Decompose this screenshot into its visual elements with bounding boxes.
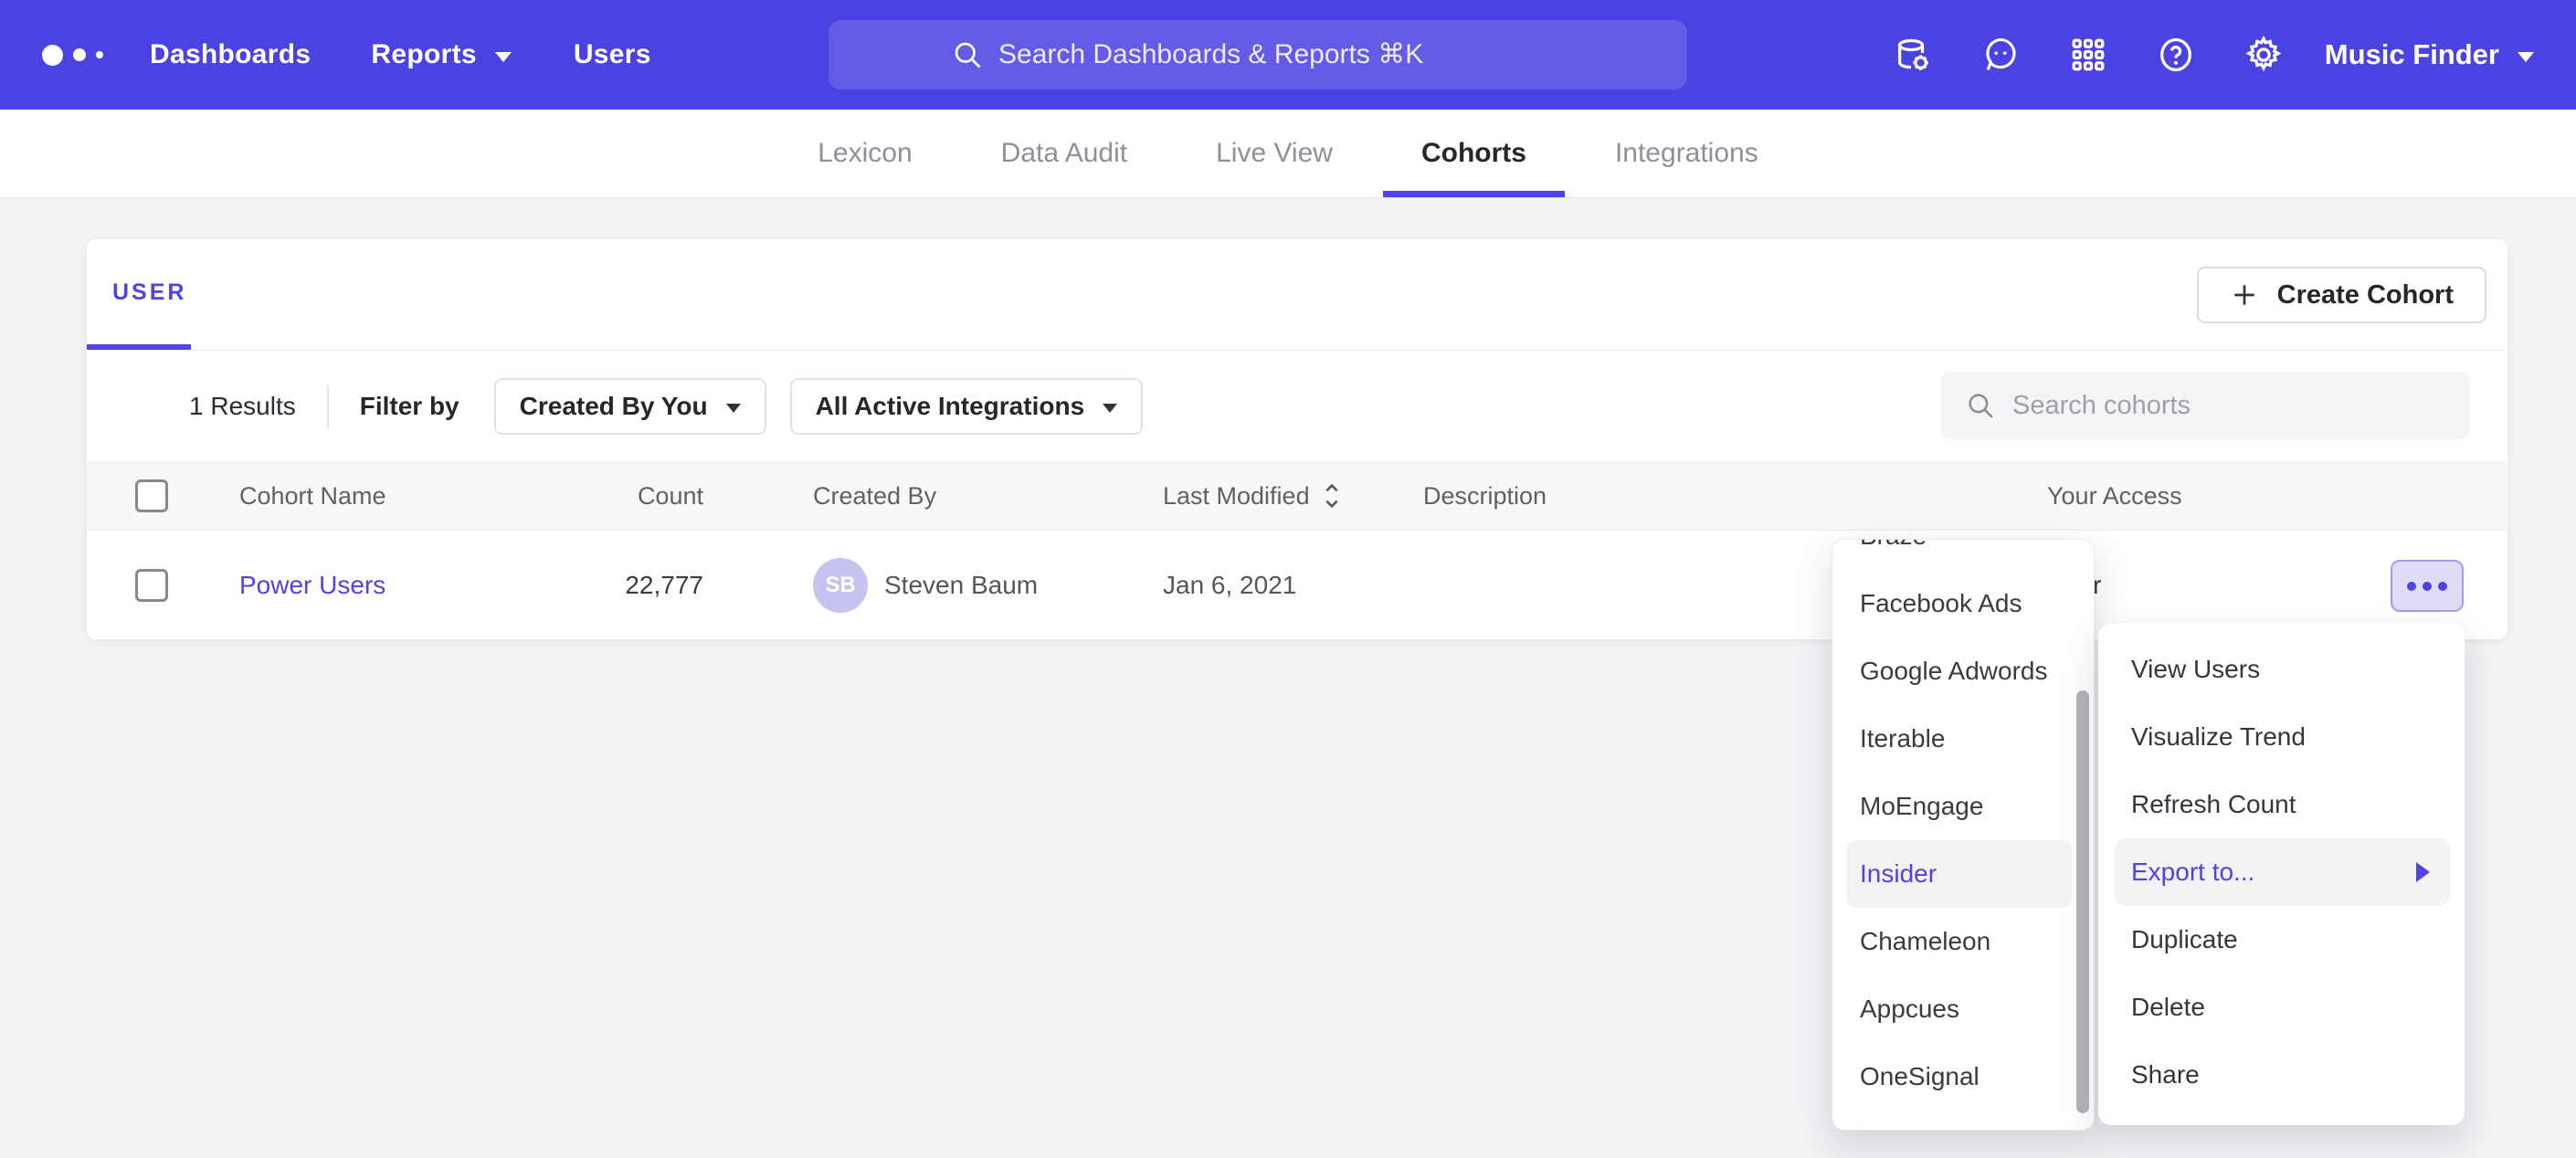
mixpanel-dots-logo[interactable] [42,45,143,66]
global-search-input[interactable] [998,39,1565,70]
chevron-down-icon [726,404,741,413]
menu-item-delete[interactable]: Delete [2098,974,2465,1041]
help-icon[interactable] [2153,32,2199,78]
nav-item-dashboards-label: Dashboards [150,39,311,70]
menu-item-visualize-trend[interactable]: Visualize Trend [2098,703,2465,771]
created-by-name: Steven Baum [884,571,1038,600]
submenu-item-onesignal[interactable]: OneSignal [1832,1043,2094,1111]
menu-item-view-users[interactable]: View Users [2098,636,2465,703]
table-header: Cohort Name Count Created By Last Modifi… [87,461,2507,531]
created-by-filter-label: Created By You [520,392,708,421]
created-by-filter-dropdown[interactable]: Created By You [494,378,766,435]
more-dots-icon [2423,582,2432,591]
project-switcher[interactable]: Music Finder [2325,38,2534,71]
tab-data-audit-label: Data Audit [1001,138,1127,169]
more-dots-icon [2438,582,2447,591]
cohorts-card: USER Create Cohort 1 Results Filter by C… [87,239,2507,639]
section-tabs: Lexicon Data Audit Live View Cohorts Int… [0,110,2576,198]
divider [327,385,329,427]
nav-item-dashboards[interactable]: Dashboards [150,39,311,70]
column-cohort-name[interactable]: Cohort Name [239,461,386,531]
last-modified-cell: Jan 6, 2021 [1163,532,1296,639]
integrations-filter-label: All Active Integrations [816,392,1085,421]
avatar: SB [813,558,868,613]
nav-right-cluster: Music Finder [1848,0,2534,110]
nav-item-users-label: Users [574,39,651,70]
logo-dot-small [96,51,103,58]
top-nav: Dashboards Reports Users [0,0,2576,110]
submenu-item-iterable[interactable]: Iterable [1832,705,2094,773]
chevron-down-icon [495,52,512,62]
nav-item-reports[interactable]: Reports [371,39,511,70]
sort-icon[interactable] [1321,480,1343,511]
tab-lexicon[interactable]: Lexicon [812,110,917,197]
tab-user-cohorts[interactable]: USER [112,279,186,306]
search-icon [1965,390,1996,421]
tab-integrations[interactable]: Integrations [1610,110,1764,197]
submenu-arrow-icon [2416,862,2430,882]
select-all-checkbox[interactable] [135,479,168,512]
submenu-item-braze[interactable]: Braze [1832,539,2094,570]
nav-item-users[interactable]: Users [574,39,651,70]
settings-icon[interactable] [2241,32,2286,78]
export-submenu: Braze Facebook Ads Google Adwords Iterab… [1832,539,2095,1131]
integrations-filter-dropdown[interactable]: All Active Integrations [790,378,1144,435]
submenu-item-moengage[interactable]: MoEngage [1832,773,2094,840]
search-icon [951,38,984,71]
global-search[interactable] [829,20,1687,89]
menu-item-refresh-count[interactable]: Refresh Count [2098,771,2465,838]
submenu-item-facebook-ads[interactable]: Facebook Ads [1832,570,2094,637]
logo-dot-medium [73,48,86,61]
column-created-by[interactable]: Created By [813,461,936,531]
nav-item-reports-label: Reports [371,39,476,70]
row-more-actions-button[interactable] [2391,560,2464,612]
cohort-search[interactable] [1941,372,2469,439]
submenu-item-google-adwords[interactable]: Google Adwords [1832,637,2094,705]
tab-cohorts[interactable]: Cohorts [1416,110,1532,197]
created-by-cell: SB Steven Baum [813,532,1038,639]
submenu-item-insider[interactable]: Insider [1847,840,2072,908]
row-context-menu: View Users Visualize Trend Refresh Count… [2098,624,2465,1125]
tab-live-view-label: Live View [1216,138,1333,169]
filter-by-label: Filter by [360,392,459,421]
logo-dot-large [42,45,63,66]
submenu-item-appcues[interactable]: Appcues [1832,975,2094,1043]
project-name: Music Finder [2325,38,2499,71]
tab-integrations-label: Integrations [1615,138,1758,169]
menu-item-export-to-label: Export to... [2131,858,2254,887]
more-dots-icon [2407,582,2416,591]
tab-lexicon-label: Lexicon [818,138,912,169]
menu-item-duplicate[interactable]: Duplicate [2098,906,2465,974]
results-count: 1 Results [189,392,296,421]
menu-item-export-to[interactable]: Export to... [2115,838,2450,906]
create-cohort-button[interactable]: Create Cohort [2197,267,2486,323]
cohort-count: 22,777 [498,532,703,639]
column-last-modified-label: Last Modified [1163,482,1310,511]
column-last-modified[interactable]: Last Modified [1163,461,1343,531]
column-count[interactable]: Count [498,461,703,531]
tab-data-audit[interactable]: Data Audit [996,110,1133,197]
export-submenu-list: Braze Facebook Ads Google Adwords Iterab… [1832,539,2094,1111]
cohort-name-link[interactable]: Power Users [239,571,385,600]
tab-live-view[interactable]: Live View [1210,110,1338,197]
data-management-icon[interactable] [1890,32,1936,78]
chevron-down-icon [2518,52,2534,62]
column-your-access[interactable]: Your Access [2047,461,2182,531]
plus-icon [2230,280,2259,310]
create-cohort-label: Create Cohort [2277,280,2454,311]
submenu-scrollbar[interactable] [2076,690,2089,1113]
menu-item-share[interactable]: Share [2098,1041,2465,1109]
submenu-item-chameleon[interactable]: Chameleon [1832,908,2094,975]
cohort-search-input[interactable] [2012,391,2414,421]
row-checkbox[interactable] [135,569,168,602]
feedback-icon[interactable] [1978,32,2023,78]
chevron-down-icon [1103,404,1117,413]
tab-cohorts-label: Cohorts [1421,138,1526,169]
apps-grid-icon[interactable] [2065,32,2111,78]
column-description[interactable]: Description [1423,461,1547,531]
